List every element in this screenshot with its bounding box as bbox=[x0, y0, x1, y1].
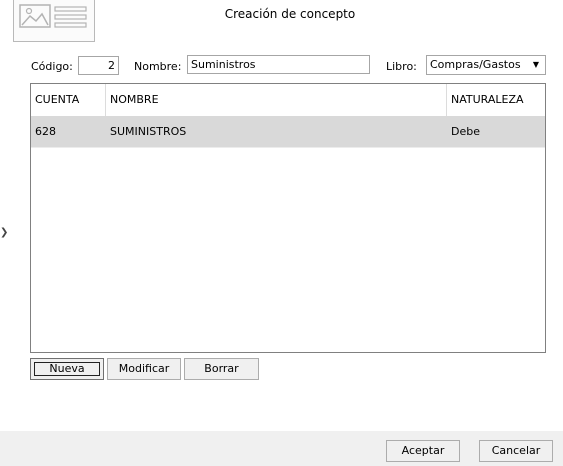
table-row[interactable]: 628 SUMINISTROS Debe bbox=[31, 116, 545, 148]
chevron-down-icon[interactable]: ▼ bbox=[527, 56, 545, 74]
nombre-label: Nombre: bbox=[134, 60, 182, 73]
chevron-right-icon: ❯ bbox=[0, 227, 9, 238]
table-header: CUENTA NOMBRE NATURALEZA bbox=[31, 84, 545, 117]
column-header-naturaleza[interactable]: NATURALEZA bbox=[447, 84, 545, 116]
codigo-label: Código: bbox=[31, 60, 73, 73]
cancelar-button[interactable]: Cancelar bbox=[479, 440, 553, 462]
nueva-button-label: Nueva bbox=[34, 362, 100, 376]
aceptar-button[interactable]: Aceptar bbox=[386, 440, 460, 462]
libro-select-value: Compras/Gastos bbox=[430, 58, 521, 71]
libro-label: Libro: bbox=[386, 60, 417, 73]
nombre-field[interactable]: Suministros bbox=[187, 55, 370, 74]
dialog-title: Creación de concepto bbox=[224, 7, 356, 21]
column-header-cuenta[interactable]: CUENTA bbox=[31, 84, 105, 116]
column-header-nombre[interactable]: NOMBRE bbox=[106, 84, 446, 116]
libro-select[interactable]: Compras/Gastos ▼ bbox=[426, 55, 546, 75]
cell-cuenta: 628 bbox=[35, 125, 56, 138]
modificar-button[interactable]: Modificar bbox=[107, 358, 181, 380]
codigo-field[interactable]: 2 bbox=[78, 56, 119, 75]
accounts-table[interactable]: CUENTA NOMBRE NATURALEZA 628 SUMINISTROS… bbox=[30, 83, 546, 353]
cell-naturaleza: Debe bbox=[451, 125, 480, 138]
nueva-button[interactable]: Nueva bbox=[30, 358, 104, 380]
borrar-button[interactable]: Borrar bbox=[184, 358, 259, 380]
cell-nombre: SUMINISTROS bbox=[110, 125, 187, 138]
